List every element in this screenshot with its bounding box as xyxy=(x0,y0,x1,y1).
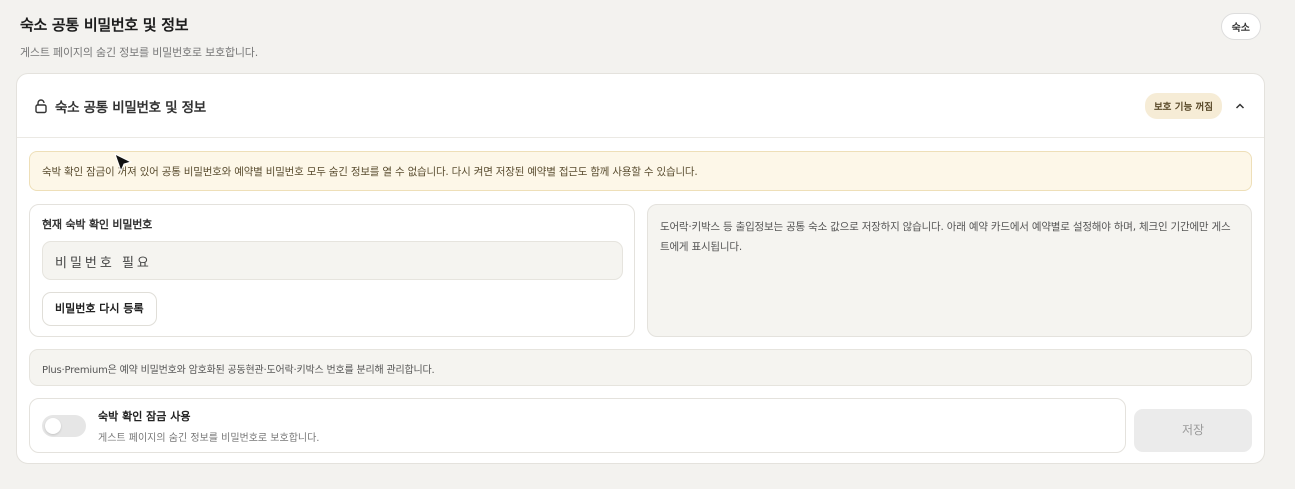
lock-toggle-switch[interactable] xyxy=(42,414,86,437)
lock-off-notice: 숙박 확인 잠금이 꺼져 있어 공통 비밀번호와 예약별 비밀번호 모두 숨긴 … xyxy=(29,151,1252,191)
page-subtitle: 게스트 페이지의 숨긴 정보를 비밀번호로 보호합니다. xyxy=(20,46,259,59)
lock-icon xyxy=(33,98,49,114)
chevron-up-icon[interactable] xyxy=(1232,98,1248,114)
save-button[interactable]: 저장 xyxy=(1134,409,1252,452)
toggle-subtitle: 게스트 페이지의 숨긴 정보를 비밀번호로 보호합니다. xyxy=(98,432,320,444)
page-header: 숙소 공통 비밀번호 및 정보 게스트 페이지의 숨긴 정보를 비밀번호로 보호… xyxy=(20,13,1261,64)
toggle-title: 숙박 확인 잠금 사용 xyxy=(98,409,191,423)
page-title: 숙소 공통 비밀번호 및 정보 xyxy=(20,16,189,34)
access-info-panel: 도어락·키박스 등 출입정보는 공통 숙소 값으로 저장하지 않습니다. 아래 … xyxy=(647,204,1252,337)
password-panel: 현재 숙박 확인 비밀번호 비밀번호 필요 비밀번호 다시 등록 xyxy=(29,204,635,337)
password-info-card: 숙소 공통 비밀번호 및 정보 보호 기능 꺼짐 숙박 확인 잠금이 꺼져 있어… xyxy=(16,73,1265,464)
card-title: 숙소 공통 비밀번호 및 정보 xyxy=(55,99,206,116)
lock-toggle-row: 숙박 확인 잠금 사용 게스트 페이지의 숨긴 정보를 비밀번호로 보호합니다. xyxy=(29,398,1126,453)
password-input[interactable]: 비밀번호 필요 xyxy=(42,241,623,280)
property-badge[interactable]: 숙소 xyxy=(1220,13,1261,40)
protection-status-badge: 보호 기능 꺼짐 xyxy=(1144,92,1222,119)
reset-password-button[interactable]: 비밀번호 다시 등록 xyxy=(42,292,157,326)
premium-note: Plus·Premium은 예약 비밀번호와 암호화된 공동현관·도어락·키박스… xyxy=(29,349,1252,386)
password-label: 현재 숙박 확인 비밀번호 xyxy=(42,218,153,231)
card-header[interactable]: 숙소 공통 비밀번호 및 정보 보호 기능 꺼짐 xyxy=(17,74,1264,138)
mouse-cursor-icon xyxy=(113,152,135,176)
toggle-knob xyxy=(45,417,61,434)
